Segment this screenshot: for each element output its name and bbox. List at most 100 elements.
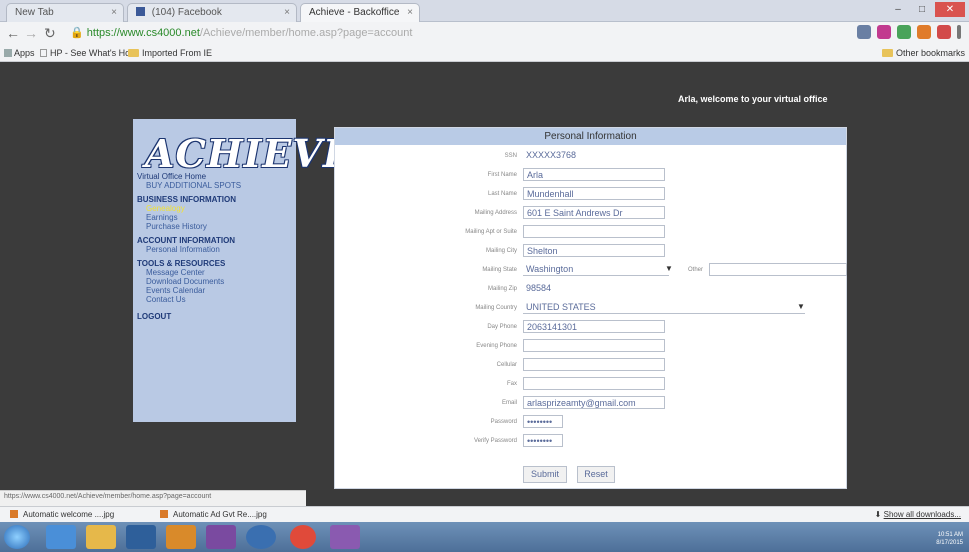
tab-label: New Tab — [15, 7, 54, 18]
close-icon[interactable]: × — [111, 7, 117, 18]
back-icon[interactable]: ← — [6, 25, 20, 41]
minimize-button[interactable]: – — [887, 2, 909, 17]
tab-new-tab[interactable]: New Tab × — [6, 3, 124, 22]
tab-facebook[interactable]: (104) Facebook × — [127, 3, 297, 22]
windows-taskbar: 10:51 AM 8/17/2015 — [0, 522, 969, 552]
downloads-shelf: Automatic welcome ....jpg Automatic Ad G… — [0, 506, 969, 522]
mailing-zip-input[interactable]: 98584 — [523, 282, 603, 295]
clock-time: 10:51 AM — [937, 532, 963, 538]
bookmarks-bar: Apps HP - See What's Hot Imported From I… — [0, 44, 969, 62]
day-phone-label: Day Phone — [487, 324, 517, 330]
mailing-address-input[interactable]: 601 E Saint Andrews Dr — [523, 206, 665, 219]
password-input[interactable]: •••••••• — [523, 415, 563, 428]
email-input[interactable]: arlasprizeamty@gmail.com — [523, 396, 665, 409]
bookmark-imported[interactable]: Imported From IE — [128, 48, 212, 58]
file-explorer-icon[interactable] — [86, 525, 116, 549]
url-path-part: /Achieve/member/home.asp?page=account — [199, 27, 413, 39]
verify-password-label: Verify Password — [473, 438, 517, 444]
mailing-zip-label: Mailing Zip — [487, 286, 517, 292]
menu-contact-us[interactable]: Contact Us — [137, 295, 292, 304]
download-item[interactable]: Automatic Ad Gvt Re....jpg — [156, 508, 271, 522]
app-icon[interactable] — [206, 525, 236, 549]
day-phone-input[interactable]: 2063141301 — [523, 320, 665, 333]
mailing-city-input[interactable]: Shelton — [523, 244, 665, 257]
mailing-apt-input[interactable] — [523, 225, 665, 238]
extension-icon[interactable] — [937, 25, 951, 39]
page-icon — [40, 49, 47, 57]
maximize-button[interactable]: □ — [911, 2, 933, 17]
folder-icon — [128, 49, 139, 57]
menu-earnings[interactable]: Earnings — [137, 213, 292, 222]
tab-achieve-backoffice[interactable]: Achieve - Backoffice × — [300, 3, 420, 22]
ssn-value: XXXXX3768 — [526, 150, 577, 160]
app-icon[interactable] — [330, 525, 360, 549]
chrome-icon[interactable] — [290, 525, 316, 549]
bookmark-label: HP - See What's Hot — [50, 48, 133, 58]
menu-icon[interactable] — [957, 25, 961, 39]
extension-icon[interactable] — [917, 25, 931, 39]
media-player-icon[interactable] — [166, 525, 196, 549]
close-icon[interactable]: × — [284, 7, 290, 18]
other-bookmarks[interactable]: Other bookmarks — [882, 48, 965, 58]
menu-logout[interactable]: LOGOUT — [137, 312, 292, 321]
extension-icon[interactable] — [877, 25, 891, 39]
sidebar-menu: Virtual Office Home BUY ADDITIONAL SPOTS… — [137, 172, 292, 321]
reset-button[interactable]: Reset — [577, 466, 615, 483]
window-controls: – □ ✕ — [887, 2, 965, 17]
show-all-label: Show all downloads... — [883, 510, 961, 519]
personal-info-panel: Personal Information SSN XXXXX3768 First… — [334, 127, 847, 489]
bookmark-hp[interactable]: HP - See What's Hot — [40, 48, 133, 58]
address-bar[interactable]: 🔒 https://www.cs4000.net/Achieve/member/… — [66, 24, 826, 42]
verify-password-input[interactable]: •••••••• — [523, 434, 563, 447]
menu-heading-account: ACCOUNT INFORMATION — [137, 236, 236, 245]
fax-input[interactable] — [523, 377, 665, 390]
cellular-label: Cellular — [496, 362, 517, 368]
menu-virtual-office-home[interactable]: Virtual Office Home — [137, 172, 292, 181]
menu-buy-additional-spots[interactable]: BUY ADDITIONAL SPOTS — [137, 181, 292, 190]
close-window-button[interactable]: ✕ — [935, 2, 965, 17]
mailing-country-select[interactable]: UNITED STATES — [523, 301, 805, 314]
ssn-label: SSN — [504, 153, 517, 159]
bookmark-apps[interactable]: Apps — [4, 48, 35, 58]
system-clock[interactable]: 10:51 AM 8/17/2015 — [936, 531, 963, 547]
show-all-downloads-link[interactable]: ⬇ Show all downloads... — [875, 510, 961, 519]
first-name-input[interactable]: Arla — [523, 168, 665, 181]
extension-icon[interactable] — [857, 25, 871, 39]
hp-icon[interactable] — [246, 525, 276, 549]
cellular-input[interactable] — [523, 358, 665, 371]
evening-phone-input[interactable] — [523, 339, 665, 352]
tab-label: (104) Facebook — [151, 7, 222, 18]
start-button[interactable] — [4, 525, 30, 549]
extension-icon[interactable] — [897, 25, 911, 39]
forward-icon[interactable]: → — [24, 25, 38, 41]
extension-icons — [857, 25, 961, 39]
other-state-input[interactable] — [709, 263, 847, 276]
menu-personal-information[interactable]: Personal Information — [137, 245, 292, 254]
menu-message-center[interactable]: Message Center — [137, 268, 292, 277]
mailing-country-label: Mailing Country — [475, 305, 517, 311]
bookmark-label: Imported From IE — [142, 48, 213, 58]
url-secure-part: https://www.cs4000.net — [86, 27, 200, 39]
menu-purchase-history[interactable]: Purchase History — [137, 222, 292, 231]
ie-icon[interactable] — [46, 525, 76, 549]
mailing-apt-label: Mailing Apt or Suite — [465, 229, 517, 235]
email-label: Email — [501, 400, 517, 406]
menu-download-documents[interactable]: Download Documents — [137, 277, 292, 286]
menu-genealogy[interactable]: Genealogy — [137, 204, 292, 213]
tab-label: Achieve - Backoffice — [309, 7, 400, 18]
apps-icon — [4, 49, 12, 57]
clock-date: 8/17/2015 — [936, 540, 963, 546]
submit-button[interactable]: Submit — [523, 466, 567, 483]
reload-icon[interactable]: ↻ — [44, 25, 56, 42]
download-label: Automatic Ad Gvt Re....jpg — [173, 510, 267, 519]
lock-icon: 🔒 — [70, 27, 84, 39]
close-icon[interactable]: × — [407, 7, 413, 18]
last-name-input[interactable]: Mundenhall — [523, 187, 665, 200]
dropdown-arrow-icon[interactable]: ▼ — [797, 302, 805, 311]
evening-phone-label: Evening Phone — [476, 343, 517, 349]
bookmark-label: Apps — [14, 48, 35, 58]
app-icon[interactable] — [126, 525, 156, 549]
download-item[interactable]: Automatic welcome ....jpg — [6, 508, 118, 522]
menu-events-calendar[interactable]: Events Calendar — [137, 286, 292, 295]
mailing-city-label: Mailing City — [485, 248, 517, 254]
